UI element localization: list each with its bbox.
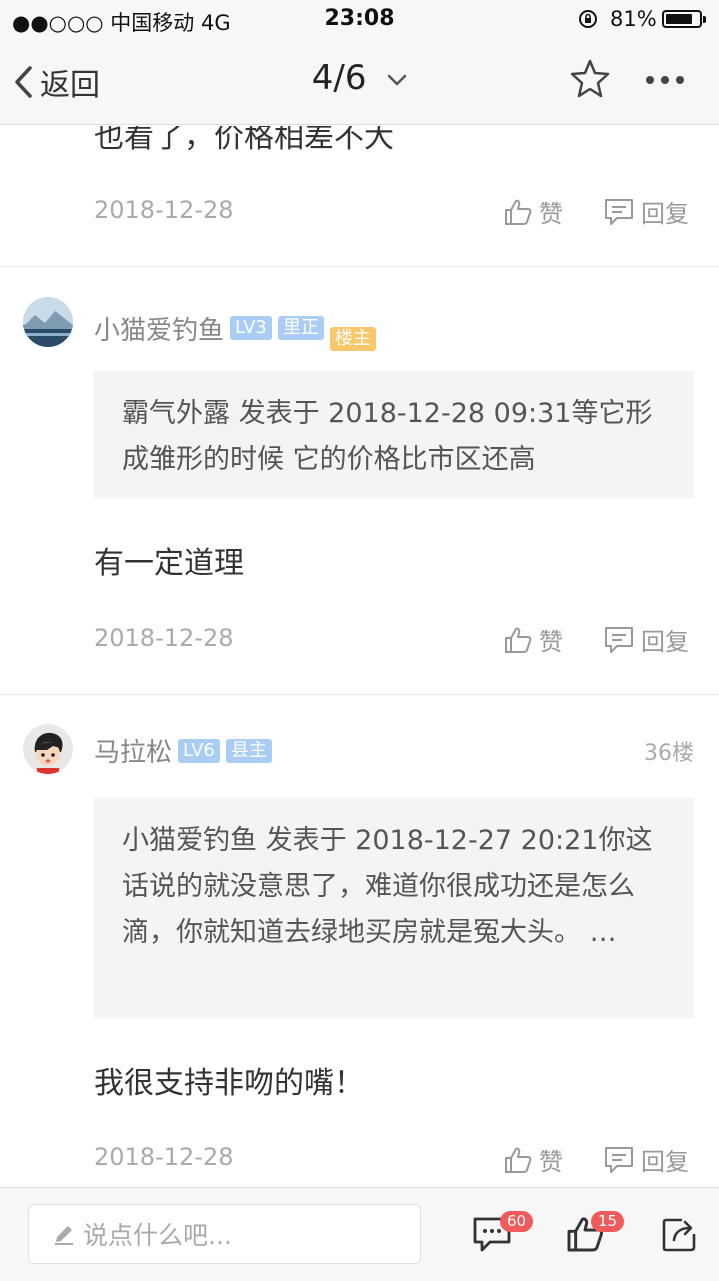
- thumbs-up-icon: [505, 627, 532, 653]
- title-badge: 里正: [277, 316, 324, 340]
- bottom-bar: 说点什么吧... 60 15: [0, 1187, 719, 1281]
- thumbs-up-icon: [505, 1147, 532, 1173]
- username[interactable]: 马拉松: [94, 732, 172, 769]
- comments-button[interactable]: 60: [472, 1211, 534, 1258]
- more-options-icon[interactable]: [646, 76, 684, 84]
- post-date: 2018-12-28: [94, 624, 234, 652]
- like-button[interactable]: 赞: [503, 1142, 563, 1177]
- reply-label: 回复: [641, 628, 689, 656]
- comment-icon: [605, 626, 633, 653]
- page-indicator: 4/6: [311, 58, 367, 98]
- like-post-button[interactable]: 15: [565, 1211, 625, 1258]
- title-badge: 县主: [225, 738, 272, 763]
- comment-count-badge: 60: [500, 1211, 534, 1232]
- reply-label: 回复: [641, 200, 689, 228]
- quoted-post[interactable]: 小猫爱钓鱼 发表于 2018-12-27 20:21你这话说的就没意思了，难道你…: [94, 798, 694, 1018]
- like-label: 赞: [539, 628, 563, 656]
- battery-level-fill: [666, 14, 692, 24]
- reply-label: 回复: [641, 1148, 689, 1176]
- share-icon[interactable]: [660, 1216, 698, 1254]
- page-selector[interactable]: 4/6: [0, 58, 719, 98]
- post-text: 我很支持非吻的嘴！: [94, 1066, 364, 1101]
- reply-button[interactable]: 回复: [603, 1142, 689, 1177]
- like-button[interactable]: 赞: [503, 622, 563, 657]
- post-divider: [0, 266, 719, 267]
- battery-percent: 81%: [610, 7, 657, 31]
- comment-input[interactable]: 说点什么吧...: [28, 1204, 421, 1264]
- reply-button[interactable]: 回复: [603, 622, 689, 657]
- post-text: 有一定道理: [94, 546, 244, 581]
- op-badge: 楼主: [329, 327, 376, 351]
- chevron-down-icon: [388, 74, 407, 85]
- status-bar: ●●○○○ 中国移动 4G 23:08 81%: [0, 0, 719, 40]
- post-date: 2018-12-28: [94, 1143, 234, 1171]
- pencil-icon: [55, 1226, 73, 1245]
- orientation-lock-icon: [579, 10, 597, 28]
- avatar[interactable]: [23, 297, 73, 347]
- username-row: 马拉松 LV6 县主: [94, 732, 272, 769]
- thumbs-up-icon: [505, 199, 532, 225]
- username[interactable]: 小猫爱钓鱼: [94, 310, 224, 347]
- like-button[interactable]: 赞: [503, 194, 563, 229]
- nav-bar: 返回 4/6: [0, 40, 719, 125]
- favorite-star-icon[interactable]: [570, 58, 610, 98]
- post-date: 2018-12-28: [94, 196, 234, 224]
- reply-button[interactable]: 回复: [603, 194, 689, 229]
- like-count-badge: 15: [591, 1211, 625, 1232]
- post-divider: [0, 694, 719, 695]
- quoted-post[interactable]: 霸气外露 发表于 2018-12-28 09:31等它形成雏形的时候 它的价格比…: [94, 371, 694, 498]
- level-badge: LV3: [230, 316, 272, 340]
- like-label: 赞: [539, 200, 563, 228]
- username-row: 小猫爱钓鱼 LV3 里正 楼主: [94, 305, 376, 351]
- comment-icon: [605, 198, 633, 225]
- input-placeholder: 说点什么吧...: [83, 1221, 232, 1250]
- level-badge: LV6: [178, 738, 220, 763]
- floor-number: 36楼: [644, 741, 694, 766]
- avatar[interactable]: [23, 724, 73, 774]
- comment-icon: [605, 1146, 633, 1173]
- battery-icon: [662, 10, 706, 28]
- like-label: 赞: [539, 1148, 563, 1176]
